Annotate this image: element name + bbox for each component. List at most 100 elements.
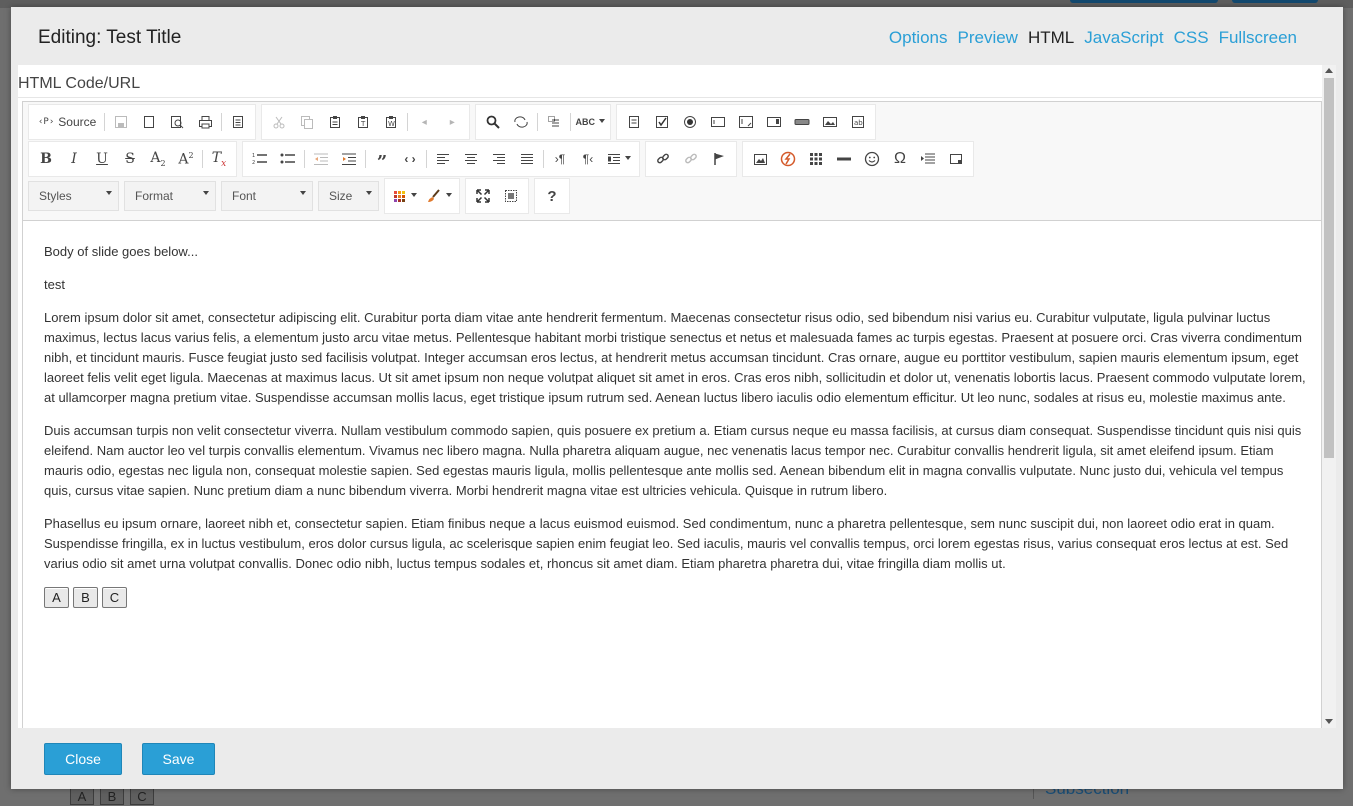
font-dropdown[interactable]: Font	[221, 181, 313, 211]
modal-content[interactable]: HTML Code/URL ‹P› Source T W ◂ ▸ ABC ab …	[18, 65, 1336, 728]
help-icon[interactable]: ?	[538, 183, 566, 209]
undo-icon[interactable]: ◂	[410, 109, 438, 135]
print-icon[interactable]	[191, 109, 219, 135]
background-button-c: C	[130, 787, 154, 805]
toolbar-group-document: ‹P› Source	[28, 104, 257, 140]
link-icon[interactable]	[649, 146, 677, 172]
decrease-indent-icon[interactable]	[307, 146, 335, 172]
show-blocks-icon[interactable]	[497, 183, 525, 209]
redo-icon[interactable]: ▸	[438, 109, 466, 135]
scroll-up-arrow-icon[interactable]	[1325, 68, 1333, 73]
superscript-icon[interactable]: A2	[172, 146, 200, 172]
svg-text:W: W	[388, 120, 395, 128]
scrollbar-thumb[interactable]	[1324, 78, 1334, 458]
toolbar-separator	[407, 113, 409, 131]
align-left-icon[interactable]	[429, 146, 457, 172]
format-dropdown[interactable]: Format	[124, 181, 216, 211]
toolbar-row-3: Styles Format Font Size ?	[28, 178, 575, 214]
background-header-button	[1232, 0, 1318, 3]
iframe-icon[interactable]	[942, 146, 970, 172]
styles-dropdown[interactable]: Styles	[28, 181, 119, 211]
unlink-icon[interactable]	[677, 146, 705, 172]
anchor-flag-icon[interactable]	[705, 146, 733, 172]
italic-icon[interactable]: I	[60, 146, 88, 172]
button-field-icon[interactable]	[788, 109, 816, 135]
align-right-icon[interactable]	[485, 146, 513, 172]
blockquote-icon[interactable]: ”	[368, 146, 396, 172]
justify-icon[interactable]	[513, 146, 541, 172]
radio-icon[interactable]	[676, 109, 704, 135]
flash-icon[interactable]	[774, 146, 802, 172]
paste-from-word-icon[interactable]: W	[377, 109, 405, 135]
checkbox-icon[interactable]	[648, 109, 676, 135]
subscript-icon[interactable]: A2	[144, 146, 172, 172]
toolbar-group-forms: ab	[616, 104, 877, 140]
strikethrough-icon[interactable]: S	[116, 146, 144, 172]
tab-preview[interactable]: Preview	[957, 28, 1017, 48]
increase-indent-icon[interactable]	[335, 146, 363, 172]
code-snippet-icon[interactable]: ‹ ›	[396, 146, 424, 172]
hidden-field-icon[interactable]: ab	[844, 109, 872, 135]
lorem-paragraph-3: Phasellus eu ipsum ornare, laoreet nibh …	[44, 516, 1289, 571]
close-button[interactable]: Close	[44, 743, 122, 775]
vertical-scrollbar[interactable]	[1322, 65, 1336, 728]
text-field-icon[interactable]	[704, 109, 732, 135]
button-c[interactable]: C	[102, 587, 127, 608]
maximize-icon[interactable]	[469, 183, 497, 209]
underline-icon[interactable]: U	[88, 146, 116, 172]
image-button-icon[interactable]	[816, 109, 844, 135]
bulleted-list-icon[interactable]	[274, 146, 302, 172]
copy-icon[interactable]	[293, 109, 321, 135]
form-icon[interactable]	[620, 109, 648, 135]
templates-icon[interactable]	[224, 109, 252, 135]
select-field-icon[interactable]	[760, 109, 788, 135]
size-dropdown[interactable]: Size	[318, 181, 379, 211]
button-a[interactable]: A	[44, 587, 69, 608]
select-all-icon[interactable]	[540, 109, 568, 135]
special-char-omega-icon[interactable]: Ω	[886, 146, 914, 172]
paste-text-icon[interactable]: T	[349, 109, 377, 135]
find-icon[interactable]	[479, 109, 507, 135]
replace-icon[interactable]	[507, 109, 535, 135]
page-break-icon[interactable]	[914, 146, 942, 172]
source-button[interactable]: ‹P› Source	[32, 109, 102, 135]
modal-tabs: Options Preview HTML JavaScript CSS Full…	[889, 28, 1297, 48]
align-center-icon[interactable]	[457, 146, 485, 172]
language-icon[interactable]	[602, 146, 636, 172]
svg-text:1: 1	[252, 153, 255, 159]
text-direction-rtl-icon[interactable]: ¶‹	[574, 146, 602, 172]
numbered-list-icon[interactable]: 12	[246, 146, 274, 172]
background-color-brush-icon[interactable]	[422, 183, 456, 209]
toolbar-group-links	[645, 141, 737, 177]
editor-document-body[interactable]: Body of slide goes below... test Lorem i…	[44, 242, 1306, 608]
text-direction-ltr-icon[interactable]: ›¶	[546, 146, 574, 172]
save-icon[interactable]	[107, 109, 135, 135]
tab-html[interactable]: HTML	[1028, 28, 1074, 48]
smiley-icon[interactable]	[858, 146, 886, 172]
modal-footer: Close Save	[11, 729, 1343, 789]
divider	[18, 97, 1323, 98]
remove-format-icon[interactable]: Tx	[205, 146, 233, 172]
new-page-icon[interactable]	[135, 109, 163, 135]
tab-options[interactable]: Options	[889, 28, 948, 48]
paste-icon[interactable]	[321, 109, 349, 135]
save-button[interactable]: Save	[142, 743, 215, 775]
cut-icon[interactable]	[265, 109, 293, 135]
modal-header: Editing: Test Title Options Preview HTML…	[11, 7, 1343, 65]
button-b[interactable]: B	[73, 587, 98, 608]
horizontal-rule-icon[interactable]	[830, 146, 858, 172]
textarea-icon[interactable]	[732, 109, 760, 135]
preview-icon[interactable]	[163, 109, 191, 135]
toolbar-group-about: ?	[534, 178, 570, 214]
table-icon[interactable]	[802, 146, 830, 172]
bold-icon[interactable]: B	[32, 146, 60, 172]
abc-button-row: A B C	[44, 587, 1306, 608]
scroll-down-arrow-icon[interactable]	[1325, 719, 1333, 724]
tab-fullscreen[interactable]: Fullscreen	[1219, 28, 1297, 48]
rich-text-editor[interactable]: ‹P› Source T W ◂ ▸ ABC ab B I U S A2 A2 …	[22, 101, 1322, 728]
text-color-icon[interactable]	[388, 183, 422, 209]
tab-css[interactable]: CSS	[1174, 28, 1209, 48]
tab-javascript[interactable]: JavaScript	[1084, 28, 1163, 48]
image-icon[interactable]	[746, 146, 774, 172]
spellcheck-icon[interactable]: ABC	[573, 109, 607, 135]
